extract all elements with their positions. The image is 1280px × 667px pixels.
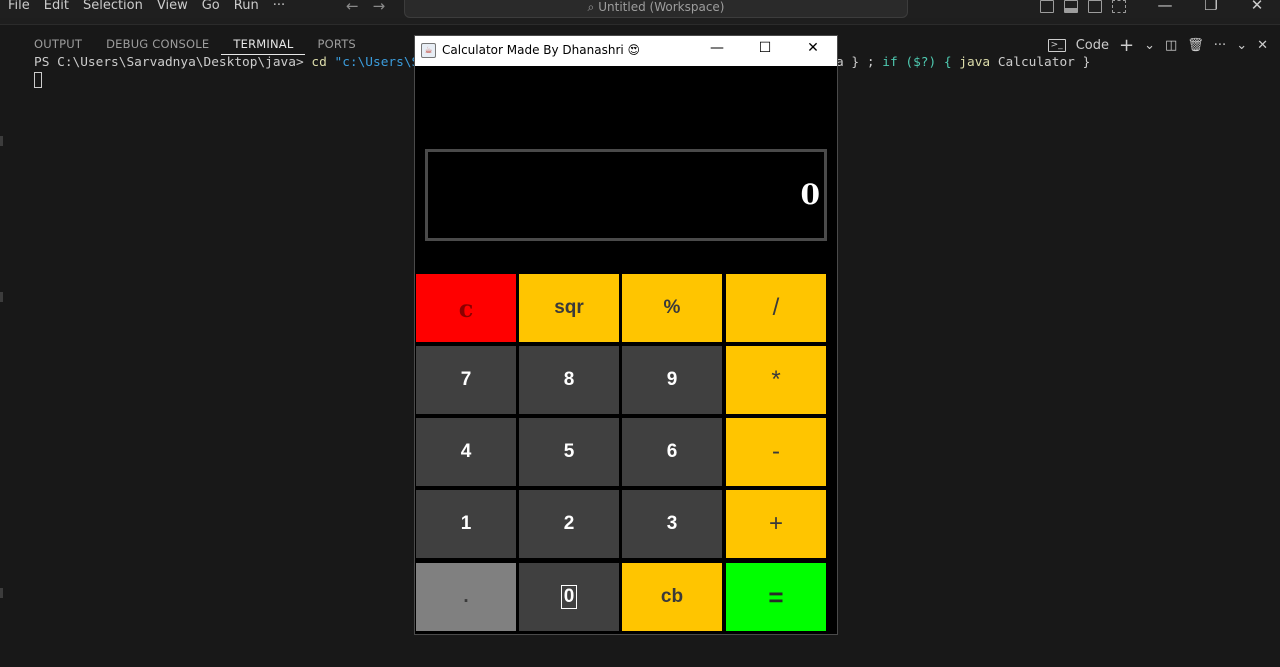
tab-terminal[interactable]: TERMINAL: [221, 37, 306, 55]
search-icon: ⌕: [587, 0, 595, 14]
terminal-command-tail: a } ; if ($?) { java Calculator }: [836, 55, 1090, 70]
digit-4-button[interactable]: 4: [416, 418, 516, 486]
tab-output[interactable]: OUTPUT: [22, 37, 94, 55]
workspace-title: Untitled (Workspace): [598, 0, 725, 14]
panel-tabs: OUTPUT DEBUG CONSOLE TERMINAL PORTS: [22, 37, 368, 55]
more-actions-icon[interactable]: ···: [1214, 38, 1226, 53]
calc-minimize-button[interactable]: —: [694, 40, 740, 56]
close-button[interactable]: ✕: [1234, 0, 1280, 14]
cube-button[interactable]: cb: [622, 563, 722, 631]
terminal-command-line: PS C:\Users\Sarvadnya\Desktop\java> cd "…: [34, 55, 419, 70]
digit-6-button[interactable]: 6: [622, 418, 722, 486]
split-terminal-icon[interactable]: ◫: [1165, 38, 1177, 53]
calc-close-button[interactable]: ✕: [790, 40, 836, 56]
terminal-arg: "c:\Users\S: [326, 55, 420, 70]
menu-view[interactable]: View: [150, 0, 195, 13]
digit-3-button[interactable]: 3: [622, 490, 722, 558]
edge-marker: [0, 292, 3, 302]
terminal-dropdown-icon[interactable]: ⌄: [1144, 38, 1155, 53]
terminal-cursor[interactable]: [34, 72, 42, 88]
customize-layout-icon[interactable]: [1112, 0, 1126, 13]
divide-button[interactable]: /: [726, 274, 826, 342]
digit-8-button[interactable]: 8: [519, 346, 619, 414]
menu-selection[interactable]: Selection: [76, 0, 150, 13]
tab-debug-console[interactable]: DEBUG CONSOLE: [94, 37, 221, 55]
tab-ports[interactable]: PORTS: [305, 37, 367, 55]
digit-9-button[interactable]: 9: [622, 346, 722, 414]
vscode-titlebar: File Edit Selection View Go Run ··· ← → …: [0, 0, 1280, 18]
calculator-titlebar: ☕ Calculator Made By Dhanashri 😍 — ☐ ✕: [415, 36, 837, 66]
forward-arrow-icon[interactable]: →: [373, 0, 386, 15]
menu-more[interactable]: ···: [266, 0, 292, 13]
new-terminal-icon[interactable]: +: [1119, 35, 1134, 56]
trash-icon[interactable]: 🗑: [1187, 38, 1204, 53]
terminal-shell-label[interactable]: Code: [1076, 38, 1109, 53]
digit-7-button[interactable]: 7: [416, 346, 516, 414]
focus-ring: 0: [560, 585, 578, 609]
toggle-panel-icon[interactable]: [1064, 0, 1078, 13]
calculator-display: 0: [425, 149, 827, 241]
terminal-cmd: cd: [311, 55, 327, 70]
digit-1-button[interactable]: 1: [416, 490, 516, 558]
decimal-button[interactable]: .: [416, 563, 516, 631]
menu-go[interactable]: Go: [195, 0, 227, 13]
menu-file[interactable]: File: [0, 0, 37, 13]
toggle-sidebar-icon[interactable]: [1040, 0, 1054, 13]
maximize-panel-icon[interactable]: ⌄: [1236, 38, 1247, 53]
calc-maximize-button[interactable]: ☐: [742, 40, 788, 56]
close-panel-icon[interactable]: ✕: [1257, 38, 1268, 53]
subtract-button[interactable]: -: [726, 418, 826, 486]
multiply-button[interactable]: *: [726, 346, 826, 414]
edge-marker: [0, 136, 3, 146]
panel-actions: >_ Code + ⌄ ◫ 🗑 ··· ⌄ ✕: [1047, 35, 1268, 56]
edge-marker: [0, 588, 3, 598]
square-button[interactable]: sqr: [519, 274, 619, 342]
minimize-button[interactable]: —: [1142, 0, 1188, 14]
calculator-title: Calculator Made By Dhanashri 😍: [442, 43, 641, 57]
terminal-tail-java: java: [959, 55, 991, 70]
terminal-tail-cond: ($?) {: [897, 55, 960, 70]
digit-0-button[interactable]: 0: [519, 563, 619, 631]
toggle-secondary-sidebar-icon[interactable]: [1088, 0, 1102, 13]
back-arrow-icon[interactable]: ←: [346, 0, 359, 15]
menu-edit[interactable]: Edit: [37, 0, 76, 13]
equals-button[interactable]: =: [726, 563, 826, 631]
terminal-tail-end: Calculator }: [990, 55, 1091, 70]
digit-2-button[interactable]: 2: [519, 490, 619, 558]
add-button[interactable]: +: [726, 490, 826, 558]
calculator-window: ☕ Calculator Made By Dhanashri 😍 — ☐ ✕ 0…: [414, 35, 838, 635]
percent-button[interactable]: %: [622, 274, 722, 342]
menu-run[interactable]: Run: [227, 0, 266, 13]
menu-bar: File Edit Selection View Go Run ···: [0, 0, 292, 13]
command-center[interactable]: ⌕ Untitled (Workspace): [404, 0, 908, 18]
terminal-icon: >_: [1047, 39, 1066, 52]
java-icon: ☕: [421, 43, 436, 58]
terminal-tail-a: a } ;: [836, 55, 883, 70]
terminal-prompt: PS C:\Users\Sarvadnya\Desktop\java>: [34, 55, 312, 70]
digit-5-button[interactable]: 5: [519, 418, 619, 486]
clear-button[interactable]: c: [416, 274, 516, 342]
terminal-tail-if: if: [882, 55, 898, 70]
restore-button[interactable]: ❐: [1188, 0, 1234, 14]
